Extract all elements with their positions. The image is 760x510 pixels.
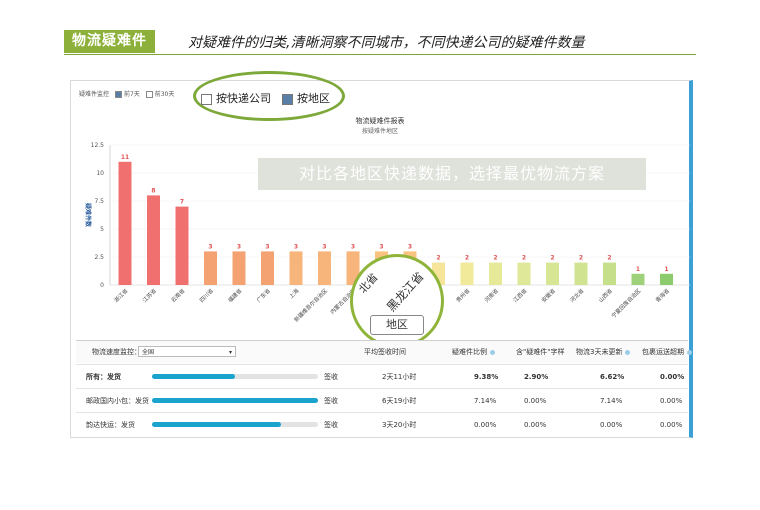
row-avg-time: 3天20小时	[382, 421, 417, 429]
monitor-label: 疑难件监控	[79, 91, 110, 98]
chart-subtitle: 按疑难件地区	[361, 128, 398, 135]
table-header-row: 物流速度监控： 全国 ▾ 平均签收时间 疑难件比例 含"疑难件"字样 物流3天未…	[76, 340, 692, 363]
region-select[interactable]: 全国 ▾	[138, 346, 236, 357]
row-stale: 6.62%	[600, 373, 625, 381]
region-dropdown[interactable]: 地区	[370, 315, 424, 335]
progress-fill	[152, 374, 235, 379]
progress-bar	[152, 398, 318, 403]
row-status: 签收	[324, 421, 338, 429]
option-30days-label: 前30天	[154, 91, 175, 98]
row-overdue: 0.00%	[660, 421, 683, 429]
table-row[interactable]: 邮政国内小包：发货 签收 6天19小时 7.14% 0.00% 7.14% 0.00%	[76, 388, 688, 413]
row-keyword: 2.90%	[524, 373, 549, 381]
row-carrier: 邮政国内小包：发货	[86, 397, 149, 405]
table-row[interactable]: 韵达快运：发货 签收 3天20小时 0.00% 0.00% 0.00% 0.00%	[76, 412, 688, 437]
section-subtitle: 对疑难件的归类,清晰洞察不同城市，不同快递公司的疑难件数量	[188, 35, 585, 51]
section-tag: 物流疑难件	[64, 30, 155, 53]
header-ratio: 疑难件比例	[452, 341, 495, 363]
help-icon[interactable]	[625, 349, 631, 355]
chevron-down-icon: ▾	[228, 349, 232, 356]
monitor-filter-bar: 疑难件监控 前7天 前30天	[79, 89, 174, 98]
header-overdue: 包裹运送超期	[642, 341, 692, 363]
table-row[interactable]: 所有：发货 签收 2天11小时 9.38% 2.90% 6.62% 0.00%	[76, 364, 688, 389]
row-stale: 0.00%	[600, 421, 623, 429]
magnifier-callout: 北省 黑龙江省 地区	[350, 254, 444, 348]
row-ratio: 0.00%	[474, 421, 497, 429]
header-keyword: 含"疑难件"字样	[516, 348, 565, 356]
row-stale: 7.14%	[600, 397, 623, 405]
progress-fill	[152, 422, 282, 427]
promo-banner: 对比各地区快递数据，选择最优物流方案	[258, 158, 646, 190]
progress-fill	[152, 398, 318, 403]
row-overdue: 0.00%	[660, 397, 683, 405]
header-overdue-text: 包裹运送超期	[642, 348, 684, 356]
checkbox-7days[interactable]	[114, 91, 122, 98]
by-company-checkbox[interactable]	[201, 93, 212, 105]
checkbox-30days[interactable]	[145, 91, 153, 98]
by-region-option[interactable]: 按地区	[282, 90, 330, 106]
filter-label: 物流速度监控：	[92, 348, 141, 356]
option-7days-label: 前7天	[123, 91, 140, 98]
chart-title: 物流疑难件报表	[355, 117, 405, 125]
header-ratio-text: 疑难件比例	[452, 348, 487, 356]
row-ratio: 9.38%	[474, 373, 499, 381]
row-keyword: 0.00%	[524, 421, 547, 429]
row-overdue: 0.00%	[660, 373, 685, 381]
by-company-label: 按快递公司	[216, 92, 271, 105]
by-company-option[interactable]: 按快递公司	[201, 90, 271, 106]
row-status: 签收	[324, 373, 338, 381]
row-status: 签收	[324, 397, 338, 405]
row-ratio: 7.14%	[474, 397, 497, 405]
header-stale: 物流3天未更新	[576, 341, 631, 363]
magnified-text-heilongjiang: 黑龙江省	[384, 269, 427, 315]
progress-bar	[152, 422, 318, 427]
header-avg-time: 平均签收时间	[364, 348, 406, 356]
region-select-value: 全国	[142, 349, 155, 356]
by-region-checkbox[interactable]	[282, 93, 293, 105]
section-header: 物流疑难件 对疑难件的归类,清晰洞察不同城市，不同快递公司的疑难件数量	[64, 30, 696, 55]
progress-bar	[152, 374, 318, 379]
row-avg-time: 6天19小时	[382, 397, 417, 405]
header-stale-text: 物流3天未更新	[576, 348, 623, 356]
row-avg-time: 2天11小时	[382, 373, 417, 381]
row-keyword: 0.00%	[524, 397, 547, 405]
row-carrier: 韵达快运：发货	[86, 421, 135, 429]
row-carrier: 所有：发货	[86, 373, 121, 381]
help-icon[interactable]	[687, 349, 692, 355]
help-icon[interactable]	[490, 349, 495, 355]
magnified-text-hubei: 北省	[356, 270, 381, 296]
by-region-label: 按地区	[297, 92, 330, 105]
